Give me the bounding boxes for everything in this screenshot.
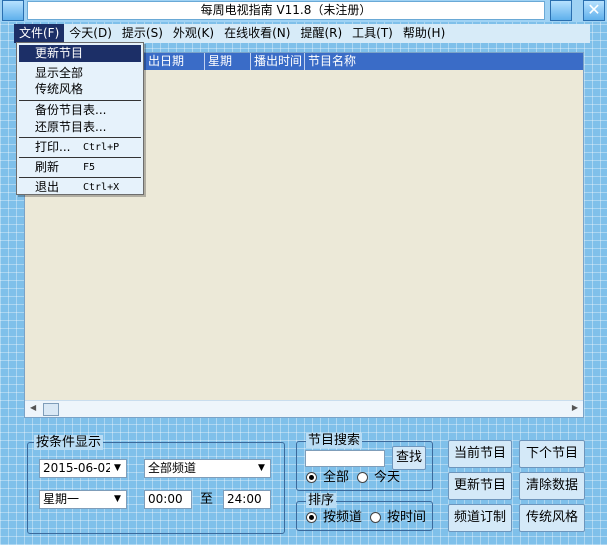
menu-separator [19, 157, 141, 158]
find-button[interactable]: 查找 [392, 446, 426, 470]
menu-item-update[interactable]: 更新节目 [19, 45, 141, 62]
next-program-button[interactable]: 下个节目 [519, 440, 585, 468]
minimize-button[interactable] [550, 0, 572, 21]
search-group-title: 节目搜索 [306, 433, 363, 448]
weekday-select[interactable]: 星期一 ▼ [39, 490, 127, 509]
classic-style-button[interactable]: 传统风格 [519, 504, 585, 532]
time-from-input[interactable]: 00:00 [144, 490, 192, 509]
menu-separator [19, 137, 141, 138]
menu-file[interactable]: 文件(F) [14, 24, 65, 43]
horizontal-scrollbar[interactable]: ◀ ▶ [25, 400, 583, 417]
menu-item-backup[interactable]: 备份节目表... [19, 102, 141, 119]
menu-tips[interactable]: 提示(S) [117, 24, 168, 43]
menu-appearance[interactable]: 外观(K) [168, 24, 219, 43]
shortcut-print: Ctrl+P [83, 142, 120, 153]
to-label: 至 [200, 492, 214, 507]
search-all-radio[interactable] [306, 472, 317, 483]
sort-by-time-label[interactable]: 按时间 [387, 510, 426, 525]
menu-separator [19, 100, 141, 101]
sort-by-channel-label[interactable]: 按频道 [323, 510, 362, 525]
chevron-down-icon[interactable]: ▼ [110, 461, 125, 476]
search-today-label[interactable]: 今天 [374, 470, 400, 485]
menu-separator [19, 177, 141, 178]
close-icon: ✕ [587, 0, 601, 19]
sort-by-time-radio[interactable] [370, 512, 381, 523]
menu-online[interactable]: 在线收看(N) [219, 24, 295, 43]
menu-today[interactable]: 今天(D) [64, 24, 117, 43]
menu-item-refresh[interactable]: 刷新 F5 [19, 159, 141, 176]
clear-data-button[interactable]: 清除数据 [519, 472, 585, 500]
current-program-button[interactable]: 当前节目 [448, 440, 512, 468]
column-air-time[interactable]: 播出时间 [251, 53, 305, 70]
time-to-input[interactable]: 24:00 [223, 490, 271, 509]
menu-item-exit[interactable]: 退出 Ctrl+X [19, 179, 141, 196]
sort-group-title: 排序 [306, 493, 337, 508]
channel-subscribe-button[interactable]: 频道订制 [448, 504, 512, 532]
scroll-left-icon[interactable]: ◀ [30, 403, 36, 412]
column-air-date[interactable]: 出日期 [145, 53, 205, 70]
close-button[interactable]: ✕ [583, 0, 605, 21]
app-icon[interactable] [2, 0, 24, 21]
condition-group [27, 442, 285, 534]
search-all-label[interactable]: 全部 [323, 470, 349, 485]
menu-item-show-all[interactable]: 显示全部 [19, 65, 141, 82]
menu-item-restore[interactable]: 还原节目表... [19, 119, 141, 136]
menu-item-print[interactable]: 打印... Ctrl+P [19, 139, 141, 156]
scroll-right-icon[interactable]: ▶ [572, 403, 578, 412]
title-bar: 每周电视指南 V11.8（未注册） ✕ [0, 0, 607, 22]
chevron-down-icon[interactable]: ▼ [254, 461, 269, 476]
search-today-radio[interactable] [357, 472, 368, 483]
sort-by-channel-radio[interactable] [306, 512, 317, 523]
update-program-button[interactable]: 更新节目 [448, 472, 512, 500]
menu-tools[interactable]: 工具(T) [347, 24, 398, 43]
menu-item-classic-style[interactable]: 传统风格 [19, 81, 141, 98]
menu-reminder[interactable]: 提醒(R) [295, 24, 347, 43]
chevron-down-icon[interactable]: ▼ [110, 492, 125, 507]
file-menu-dropdown: 更新节目 显示全部 传统风格 备份节目表... 还原节目表... 打印... Ct… [16, 42, 144, 195]
shortcut-refresh: F5 [83, 162, 96, 173]
condition-group-title: 按条件显示 [34, 435, 104, 450]
date-select[interactable]: 2015-06-02 ▼ [39, 459, 127, 478]
search-input[interactable] [305, 450, 385, 467]
column-weekday[interactable]: 星期 [205, 53, 251, 70]
scroll-thumb[interactable] [43, 403, 59, 416]
column-program-name[interactable]: 节目名称 [305, 53, 583, 70]
channel-select[interactable]: 全部频道 ▼ [144, 459, 271, 478]
shortcut-exit: Ctrl+X [83, 182, 120, 193]
menu-help[interactable]: 帮助(H) [398, 24, 450, 43]
menubar: 文件(F) 今天(D) 提示(S) 外观(K) 在线收看(N) 提醒(R) 工具… [14, 24, 590, 43]
window-title: 每周电视指南 V11.8（未注册） [27, 1, 545, 20]
